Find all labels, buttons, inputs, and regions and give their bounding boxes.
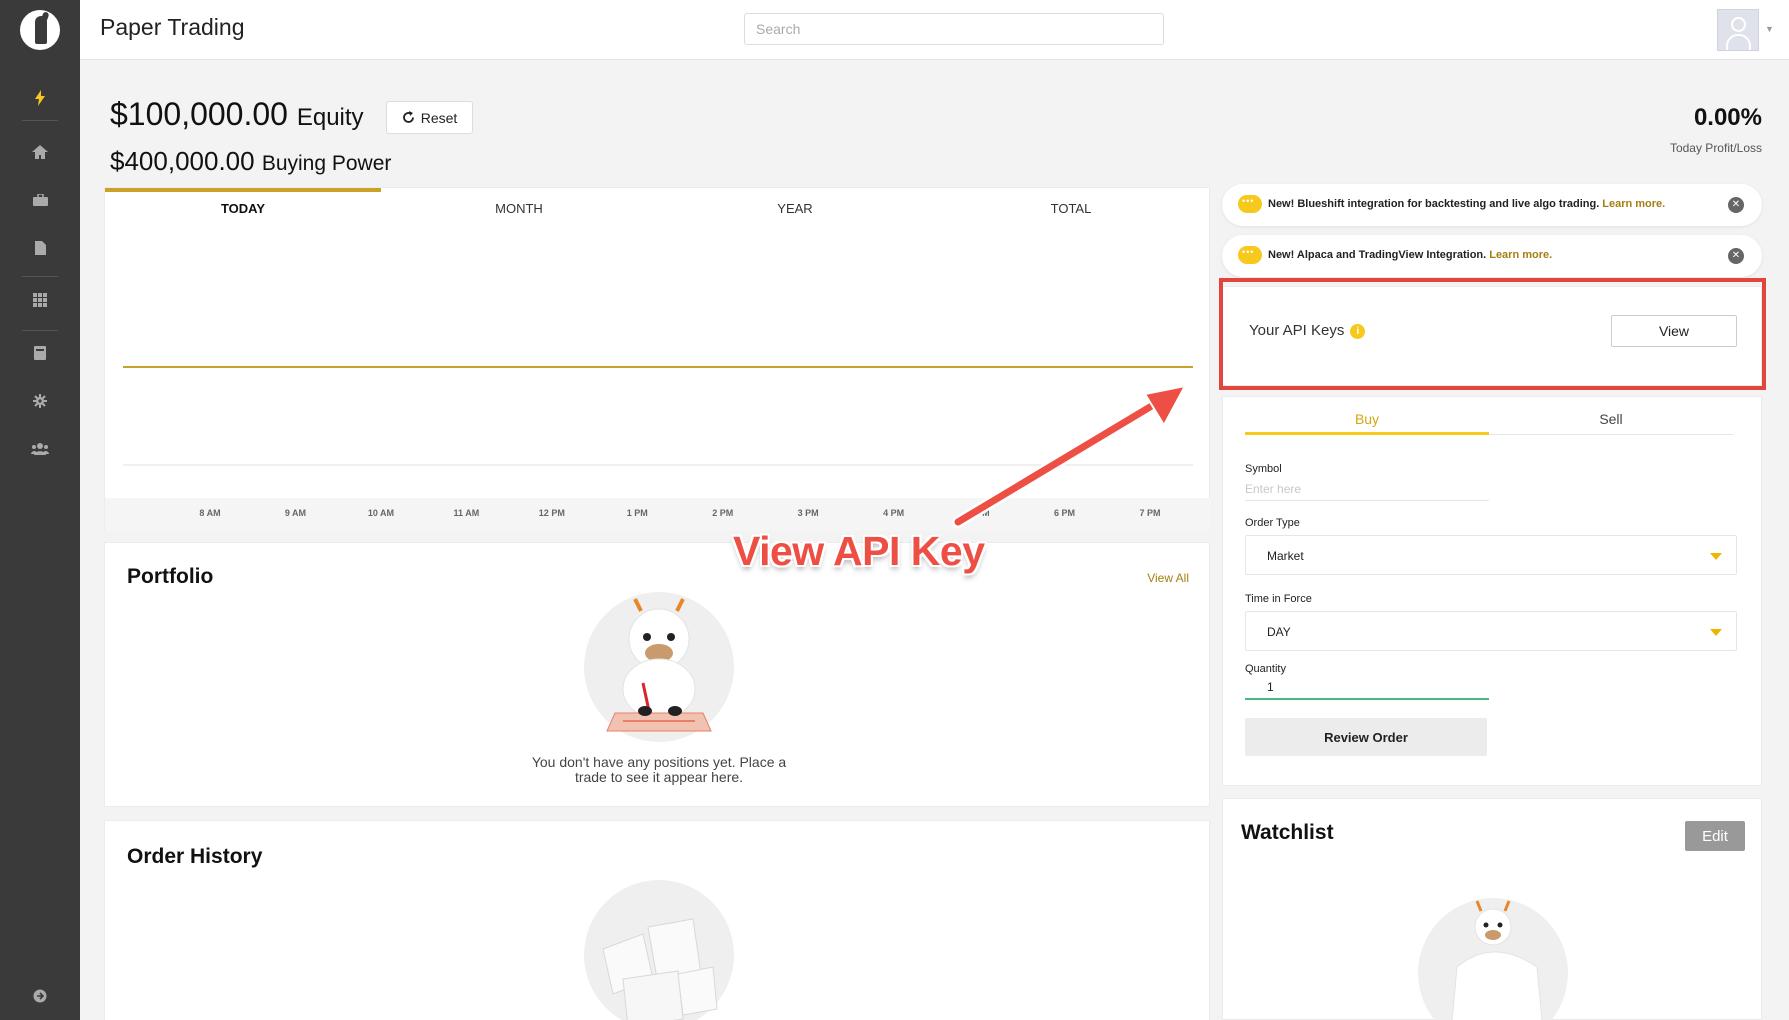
trade-form-card: Buy Sell Symbol Order Type Market Time i… [1222, 396, 1762, 786]
alpaca-logo[interactable] [20, 10, 60, 50]
order-history-title: Order History [127, 845, 263, 868]
gear-icon[interactable] [28, 389, 52, 413]
order-type-value: Market [1267, 549, 1304, 563]
llama-illustration [584, 592, 734, 742]
symbol-input[interactable] [1245, 477, 1489, 501]
portfolio-card: Portfolio View All You don't have any po… [104, 542, 1210, 807]
book-icon[interactable] [28, 341, 52, 365]
reset-label: Reset [420, 109, 458, 126]
grid-icon[interactable] [28, 288, 52, 312]
empty-positions-line-1: You don't have any positions yet. Place … [531, 754, 787, 770]
order-type-select[interactable]: Market [1245, 535, 1737, 575]
annotation-text: View API Key [733, 528, 985, 574]
tab-today[interactable]: TODAY [105, 188, 381, 220]
tab-total[interactable]: TOTAL [933, 188, 1209, 220]
x-axis-band [105, 498, 1211, 531]
view-all-link[interactable]: View All [1147, 571, 1189, 585]
equity-chart-card: TODAY MONTH YEAR TOTAL 8 AM 9 AM 10 AM 11 A… [104, 187, 1211, 531]
time-in-force-value: DAY [1267, 625, 1291, 639]
banner-message: New! Alpaca and TradingView Integration. [1268, 249, 1487, 261]
chat-bubble-icon [1238, 246, 1262, 264]
empty-positions-message: You don't have any positions yet. Place … [513, 755, 805, 785]
banner-text: New! Alpaca and TradingView Integration.… [1268, 249, 1552, 261]
view-api-keys-button[interactable]: View [1611, 315, 1737, 347]
equity-label: Equity [296, 104, 364, 131]
api-keys-label: Your API Keys i [1249, 322, 1366, 339]
learn-more-link[interactable]: Learn more. [1602, 198, 1665, 210]
x-tick-label: 6 PM [1054, 508, 1076, 518]
x-tick-label: 9 AM [284, 508, 307, 518]
equity-chart [123, 366, 1193, 466]
x-tick-label: 7 PM [1139, 508, 1161, 518]
portfolio-title: Portfolio [127, 565, 214, 588]
briefcase-icon[interactable] [28, 188, 52, 212]
review-order-button[interactable]: Review Order [1245, 718, 1487, 756]
empty-positions-line-2: trade to see it appear here. [574, 769, 744, 785]
document-icon[interactable] [28, 236, 52, 260]
order-history-card: Order History [104, 820, 1210, 1020]
equity-value: $100,000.00 [110, 96, 288, 132]
page-title: Paper Trading [100, 14, 245, 40]
reset-button[interactable]: Reset [386, 101, 473, 134]
chevron-down-icon[interactable]: ▼ [1765, 24, 1774, 34]
quantity-label: Quantity [1245, 663, 1286, 675]
buying-power-label: Buying Power [261, 152, 392, 175]
watchlist-title: Watchlist [1241, 821, 1334, 844]
period-tabs: TODAY MONTH YEAR TOTAL [105, 188, 1211, 220]
close-icon[interactable]: ✕ [1728, 248, 1744, 264]
x-tick-label: 2 PM [712, 508, 734, 518]
order-type-label: Order Type [1245, 517, 1300, 529]
tradingview-banner: New! Alpaca and TradingView Integration.… [1222, 235, 1762, 277]
api-keys-card: Your API Keys i View [1222, 286, 1762, 386]
sidebar [0, 0, 80, 1020]
close-icon[interactable]: ✕ [1728, 197, 1744, 213]
api-keys-text: Your API Keys [1249, 322, 1345, 339]
banner-message: New! Blueshift integration for backtesti… [1268, 198, 1600, 210]
watchlist-card: Watchlist Edit [1222, 798, 1762, 1020]
x-tick-label: 8 AM [199, 508, 221, 518]
empty-orders-illustration [584, 880, 734, 1020]
top-bar: Paper Trading ▼ [80, 0, 1789, 60]
profit-loss-value: 0.00% [1693, 104, 1762, 131]
search-input[interactable] [744, 13, 1164, 45]
edit-watchlist-button[interactable]: Edit [1685, 821, 1745, 851]
buying-power-value: $400,000.00 [110, 146, 255, 176]
users-icon[interactable] [28, 437, 52, 461]
x-tick-label: 10 AM [367, 508, 394, 518]
equity-display: $100,000.00 Equity [110, 96, 364, 133]
time-in-force-label: Time in Force [1245, 593, 1312, 605]
chevron-down-icon [1710, 629, 1722, 636]
blueshift-banner: New! Blueshift integration for backtesti… [1222, 184, 1762, 226]
chat-bubble-icon [1238, 195, 1262, 213]
sidebar-divider [22, 330, 58, 331]
home-icon[interactable] [28, 140, 52, 164]
quantity-input[interactable] [1245, 676, 1489, 700]
x-tick-label: 12 PM [538, 508, 565, 518]
tab-sell[interactable]: Sell [1489, 411, 1733, 435]
banner-text: New! Blueshift integration for backtesti… [1268, 198, 1665, 210]
x-tick-label: 5 PM [968, 508, 990, 518]
learn-more-link[interactable]: Learn more. [1489, 249, 1552, 261]
tab-month[interactable]: MONTH [381, 188, 657, 220]
profit-loss-label: Today Profit/Loss [1669, 141, 1762, 155]
tab-buy[interactable]: Buy [1245, 411, 1489, 435]
x-tick-label: 11 AM [453, 508, 480, 518]
refresh-icon [402, 111, 414, 123]
chevron-down-icon [1710, 553, 1722, 560]
lightning-icon[interactable] [28, 86, 52, 110]
x-tick-label: 3 PM [797, 508, 819, 518]
tab-year[interactable]: YEAR [657, 188, 933, 220]
sidebar-divider [22, 120, 58, 121]
x-tick-label: 1 PM [626, 508, 648, 518]
buying-power-display: $400,000.00 Buying Power [110, 146, 391, 177]
x-tick-label: 4 PM [883, 508, 905, 518]
info-icon[interactable]: i [1350, 324, 1366, 339]
sidebar-divider [22, 276, 58, 277]
avatar[interactable] [1717, 9, 1759, 51]
logout-icon[interactable] [28, 984, 52, 1008]
llama-illustration [1418, 898, 1568, 1020]
symbol-label: Symbol [1245, 463, 1282, 475]
time-in-force-select[interactable]: DAY [1245, 611, 1737, 651]
